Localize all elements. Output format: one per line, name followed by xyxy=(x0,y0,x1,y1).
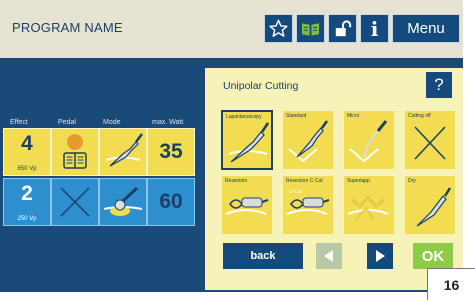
resection-loop-icon xyxy=(225,197,269,215)
mode-tile-standard[interactable]: Standard xyxy=(282,110,334,170)
info-button[interactable]: i xyxy=(360,14,389,43)
mode-tile-label: Lapantaroscopy xyxy=(226,114,262,120)
open-book-icon xyxy=(301,22,320,36)
header-effect: Effect xyxy=(10,119,28,126)
header-max-watt: max. Watt xyxy=(152,119,184,126)
mode-cell[interactable] xyxy=(99,178,147,226)
effect-cell[interactable]: 4 650 Vp xyxy=(3,128,51,176)
mode-tile-label: Dry xyxy=(408,178,416,184)
mode-tile-micro[interactable]: Micro xyxy=(343,110,395,170)
page-number: 16 xyxy=(427,268,475,300)
mode-tile-label: Micro xyxy=(347,113,360,119)
mode-tile-resection-c-cut[interactable]: Resection C-Cut C-Cut xyxy=(282,175,334,235)
mode-tile-dry[interactable]: Dry xyxy=(404,175,456,235)
header-pedal: Pedal xyxy=(58,119,76,126)
previous-button[interactable] xyxy=(316,243,342,269)
c-cut-tag: C-Cut xyxy=(289,189,303,195)
mode-selection-panel: Unipolar Cutting ? Lapantaroscopy Standa… xyxy=(205,68,463,290)
device-screen: PROGRAM NAME i Menu Effect Pedal Mode ma… xyxy=(0,0,463,292)
favorite-button[interactable] xyxy=(264,14,293,43)
lock-button[interactable] xyxy=(328,14,357,43)
ok-button[interactable]: OK xyxy=(413,243,453,269)
needle-electrode-icon xyxy=(349,120,388,163)
cross-icon xyxy=(60,187,90,217)
max-watt-cell[interactable]: 60 xyxy=(147,178,195,226)
pedal-cell[interactable] xyxy=(51,128,99,176)
effect-voltage: 250 Vp xyxy=(17,216,37,222)
scalpel-standard-icon xyxy=(288,120,329,163)
mode-tile-resection[interactable]: Resection xyxy=(221,175,273,235)
triangle-right-icon xyxy=(376,250,385,262)
resection-c-cut-icon xyxy=(286,197,330,215)
panel-title: Unipolar Cutting xyxy=(223,80,299,92)
mode-tile-label: Resection xyxy=(225,178,248,184)
mode-tile-label: Standard xyxy=(286,113,307,119)
effect-voltage: 650 Vp xyxy=(17,166,37,172)
mode-cell[interactable] xyxy=(99,128,147,176)
top-bar: PROGRAM NAME i Menu xyxy=(0,0,463,58)
pedal-icon xyxy=(63,134,87,169)
effect-value: 4 xyxy=(21,132,33,155)
scalpel-cut-icon xyxy=(228,122,270,163)
effect-value: 2 xyxy=(21,182,33,205)
back-button[interactable]: back xyxy=(223,243,303,269)
help-button[interactable]: ? xyxy=(426,72,452,98)
cutting-scalpel-icon xyxy=(105,133,143,167)
effect-cell[interactable]: 2 250 Vp xyxy=(3,178,51,226)
next-button[interactable] xyxy=(367,243,393,269)
header-mode: Mode xyxy=(103,119,121,126)
cross-icon xyxy=(414,126,446,160)
unlocked-padlock-icon xyxy=(335,19,351,36)
mode-tile-lapantaroscopy[interactable]: Lapantaroscopy xyxy=(221,110,273,170)
ball-electrode-icon xyxy=(103,186,143,216)
mode-tile-label: Cutting off xyxy=(408,113,431,119)
mode-tile-label: Superlapp xyxy=(347,178,370,184)
star-icon xyxy=(269,19,288,37)
triangle-left-icon xyxy=(324,250,333,262)
dry-scalpel-icon xyxy=(416,187,452,227)
mode-tile-label: Resection C-Cut xyxy=(286,178,323,184)
manual-button[interactable] xyxy=(296,14,325,43)
menu-button[interactable]: Menu xyxy=(392,14,460,43)
superlapp-icon xyxy=(347,195,389,221)
program-name: PROGRAM NAME xyxy=(12,20,123,35)
pedal-cell[interactable] xyxy=(51,178,99,226)
max-watt-cell[interactable]: 35 xyxy=(147,128,195,176)
mode-tile-cutting-off[interactable]: Cutting off xyxy=(404,110,456,170)
mode-tile-superlapp[interactable]: Superlapp xyxy=(343,175,395,235)
